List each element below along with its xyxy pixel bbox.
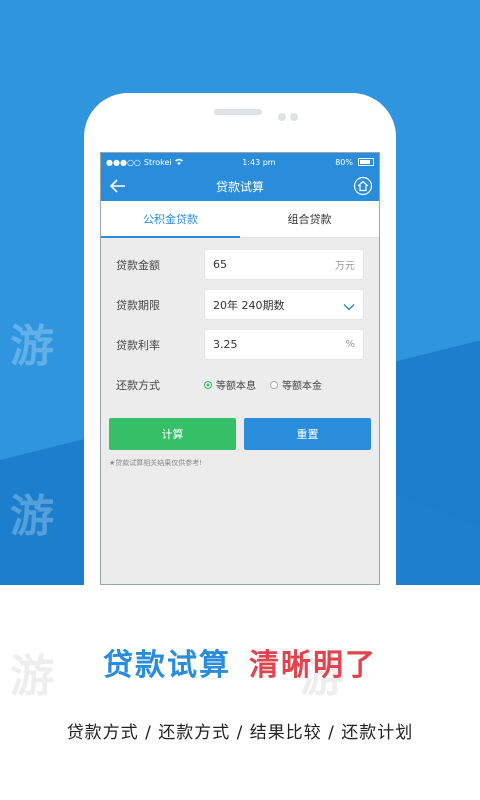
term-label: 贷款期限: [116, 298, 160, 312]
loan-type-tabs: 公积金贷款 组合贷款: [101, 201, 379, 238]
phone-speaker: [214, 109, 262, 115]
method-option2-label: 等额本金: [282, 381, 322, 392]
rate-row: 贷款利率 3.25 %: [116, 328, 364, 361]
phone-sensor: [290, 113, 298, 121]
term-row: 贷款期限 20年 240期数: [116, 288, 364, 321]
disclaimer-note: ★贷款试算相关结果仅供参考!: [109, 459, 203, 467]
tab-provident-fund-loan[interactable]: 公积金贷款: [101, 201, 240, 238]
term-value: 20年 240期数: [213, 298, 285, 312]
reset-button[interactable]: 重置: [244, 418, 371, 450]
rate-unit: %: [345, 339, 355, 350]
headline-part2: 清晰明了: [249, 648, 377, 683]
app-screen: ●●●○○ Strokei 1:43 pm 80% 贷款试算 公积金贷款 组合贷…: [100, 152, 380, 585]
method-radio-group: 等额本息 等额本金: [204, 377, 322, 392]
battery-icon: [357, 158, 374, 166]
amount-label: 贷款金额: [116, 258, 160, 272]
battery-percent: 80%: [335, 157, 353, 167]
chevron-down-icon: [343, 301, 355, 311]
amount-row: 贷款金额 65 万元: [116, 248, 364, 281]
method-option1-label: 等额本息: [216, 381, 256, 392]
rate-value: 3.25: [213, 338, 238, 351]
method-label: 还款方式: [116, 378, 160, 392]
status-bar: ●●●○○ Strokei 1:43 pm 80%: [101, 153, 379, 171]
rate-label: 贷款利率: [116, 338, 160, 352]
wifi-icon: [174, 158, 183, 167]
method-row: 还款方式 等额本息 等额本金: [116, 368, 364, 401]
page-title: 贷款试算: [215, 179, 264, 194]
loan-form: 贷款金额 65 万元 贷款期限 20年 240期数 贷款利率 3.25 % 还款…: [101, 238, 379, 401]
status-time: 1:43 pm: [242, 157, 276, 167]
watermark-logo: 游: [10, 491, 54, 542]
promo-subline: 贷款方式 / 还款方式 / 结果比较 / 还款计划: [66, 723, 414, 743]
phone-camera: [278, 113, 286, 121]
signal-icon: ●●●○○: [106, 157, 141, 167]
amount-input[interactable]: 65 万元: [204, 249, 364, 280]
amount-value: 65: [213, 258, 227, 271]
radio-selected-icon: [204, 380, 212, 389]
home-icon[interactable]: [353, 176, 373, 196]
nav-bar: 贷款试算: [101, 171, 379, 201]
method-option-equal-principal[interactable]: 等额本金: [270, 377, 322, 392]
calculate-button[interactable]: 计算: [109, 418, 236, 450]
watermark-logo: 游: [10, 321, 54, 372]
term-select[interactable]: 20年 240期数: [204, 289, 364, 320]
action-buttons: 计算 重置: [101, 408, 379, 450]
tab-combined-loan[interactable]: 组合贷款: [240, 201, 379, 237]
carrier-name: Strokei: [143, 157, 172, 167]
amount-unit: 万元: [335, 261, 355, 272]
headline-part1: 贷款试算: [103, 648, 231, 683]
method-option-equal-installment[interactable]: 等额本息: [204, 377, 256, 392]
radio-unselected-icon: [270, 380, 278, 389]
back-arrow-icon[interactable]: [109, 177, 127, 195]
promo-headline: 贷款试算 清晰明了: [0, 640, 480, 684]
rate-input[interactable]: 3.25 %: [204, 329, 364, 360]
